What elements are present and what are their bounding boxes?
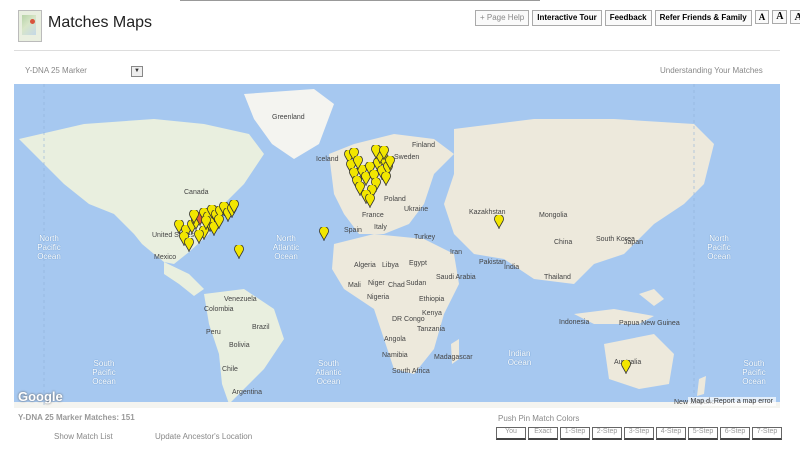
show-match-list-link[interactable]: Show Match List (54, 432, 113, 441)
map-pin-icon[interactable] (620, 360, 632, 374)
map-label: Tanzania (417, 326, 446, 333)
map-label: Italy (374, 224, 387, 231)
map-pin-icon[interactable] (318, 227, 330, 241)
map-data-link[interactable]: Map d. Report a map error (687, 397, 776, 406)
map-label: Indonesia (559, 319, 590, 326)
map-pin-icon[interactable] (380, 172, 392, 186)
understanding-matches-link[interactable]: Understanding Your Matches (660, 66, 763, 75)
map-pin-icon[interactable] (183, 238, 195, 252)
dropdown-arrow-icon[interactable]: ▼ (131, 66, 143, 77)
map-label: Iceland (316, 156, 339, 163)
matches-count: Y-DNA 25 Marker Matches: 151 (18, 413, 135, 422)
font-large-button[interactable]: A (790, 10, 800, 24)
map-label: Brazil (252, 324, 270, 331)
legend-item: 2-Step (592, 427, 622, 440)
map-label: Pakistan (479, 259, 506, 266)
legend-item: 1-Step (560, 427, 590, 440)
map-pin-icon[interactable] (213, 215, 225, 229)
map-logo-icon (18, 10, 42, 42)
map-label: China (554, 239, 573, 246)
map-label: Colombia (204, 306, 234, 313)
map-label: Greenland (272, 114, 305, 121)
map-label: Angola (384, 336, 406, 343)
map-label: Bolivia (229, 342, 250, 349)
map-label: Saudi Arabia (436, 274, 476, 281)
map-label: Venezuela (224, 296, 257, 303)
legend-item: Exact (528, 427, 558, 440)
legend-title: Push Pin Match Colors (498, 414, 580, 423)
ocean-label: South Pacific Ocean (92, 359, 116, 386)
ocean-label: North Pacific Ocean (37, 234, 61, 261)
update-location-link[interactable]: Update Ancestor's Location (155, 432, 252, 441)
map-label: Namibia (382, 352, 408, 359)
map-pin-icon[interactable] (200, 216, 212, 230)
page-title: Matches Maps (48, 14, 153, 31)
map-label: Papua New Guinea (619, 320, 680, 327)
pin-color-legend: You Exact 1-Step 2-Step 3-Step 4-Step 5-… (496, 427, 782, 440)
map-label: Kenya (422, 310, 442, 317)
ocean-label: South Atlantic Ocean (315, 359, 342, 386)
page-header: Matches Maps + Page Help Interactive Tou… (0, 0, 800, 50)
map-label: Egypt (409, 260, 427, 267)
map-label: Mali (348, 282, 361, 289)
map-label: Libya (382, 262, 399, 269)
interactive-tour-button[interactable]: Interactive Tour (532, 10, 602, 26)
map-pin-icon[interactable] (384, 156, 396, 170)
map-label: Argentina (232, 389, 262, 396)
map-label: Mongolia (539, 212, 568, 219)
marker-select-label[interactable]: Y-DNA 25 Marker (25, 66, 87, 75)
map-label: Turkey (414, 234, 436, 241)
ocean-label: North Atlantic Ocean (272, 234, 300, 261)
map-label: Sudan (406, 280, 427, 287)
map-label: Ethiopia (419, 296, 445, 303)
google-logo: Google (18, 389, 63, 404)
header-divider (14, 50, 780, 51)
legend-item: 5-Step (688, 427, 718, 440)
legend-item: You (496, 427, 526, 440)
map-label: Algeria (354, 262, 376, 269)
map-label: Finland (412, 142, 435, 149)
map-label: Madagascar (434, 354, 473, 361)
world-map[interactable]: Greenland Iceland Sweden Finland Canada … (14, 84, 780, 408)
font-medium-button[interactable]: A (772, 10, 788, 24)
map-label: Spain (344, 227, 362, 234)
header-toolbar: + Page Help Interactive Tour Feedback Re… (475, 10, 800, 26)
map-label: India (504, 264, 520, 271)
ocean-label: North Pacific Ocean (707, 234, 731, 261)
map-label: DR Congo (392, 316, 425, 323)
map-label: Nigeria (367, 294, 390, 301)
map-pin-icon[interactable] (188, 210, 200, 224)
map-label: Mexico (154, 254, 177, 261)
legend-item: 6-Step (720, 427, 750, 440)
map-label: Canada (184, 189, 209, 196)
map-land-shapes (14, 84, 780, 408)
map-pin-icon[interactable] (493, 215, 505, 229)
legend-item: 3-Step (624, 427, 654, 440)
map-pin-icon[interactable] (352, 156, 364, 170)
map-label: France (362, 212, 384, 219)
legend-item: 4-Step (656, 427, 686, 440)
map-label: Sweden (394, 154, 420, 161)
map-label: Niger (368, 280, 385, 287)
map-pin-icon[interactable] (228, 200, 240, 214)
map-label: Chad (388, 282, 405, 289)
map-label: Chile (222, 366, 238, 373)
map-pin-icon[interactable] (233, 245, 245, 259)
map-label: Peru (206, 329, 221, 336)
map-label: Ukraine (404, 206, 429, 213)
map-label: South Africa (392, 368, 430, 375)
map-label: Thailand (544, 274, 571, 281)
feedback-button[interactable]: Feedback (604, 10, 652, 26)
font-small-button[interactable]: A (754, 10, 770, 24)
page-help-button[interactable]: + Page Help (475, 10, 530, 26)
map-label: Japan (624, 239, 644, 246)
map-label: Poland (384, 196, 406, 203)
map-label: Iran (450, 249, 463, 256)
map-pin-icon[interactable] (364, 194, 376, 208)
refer-friends-button[interactable]: Refer Friends & Family (654, 10, 752, 26)
ocean-label: Indian Ocean (507, 349, 532, 367)
legend-item: 7-Step (752, 427, 782, 440)
ocean-label: South Pacific Ocean (742, 359, 766, 386)
